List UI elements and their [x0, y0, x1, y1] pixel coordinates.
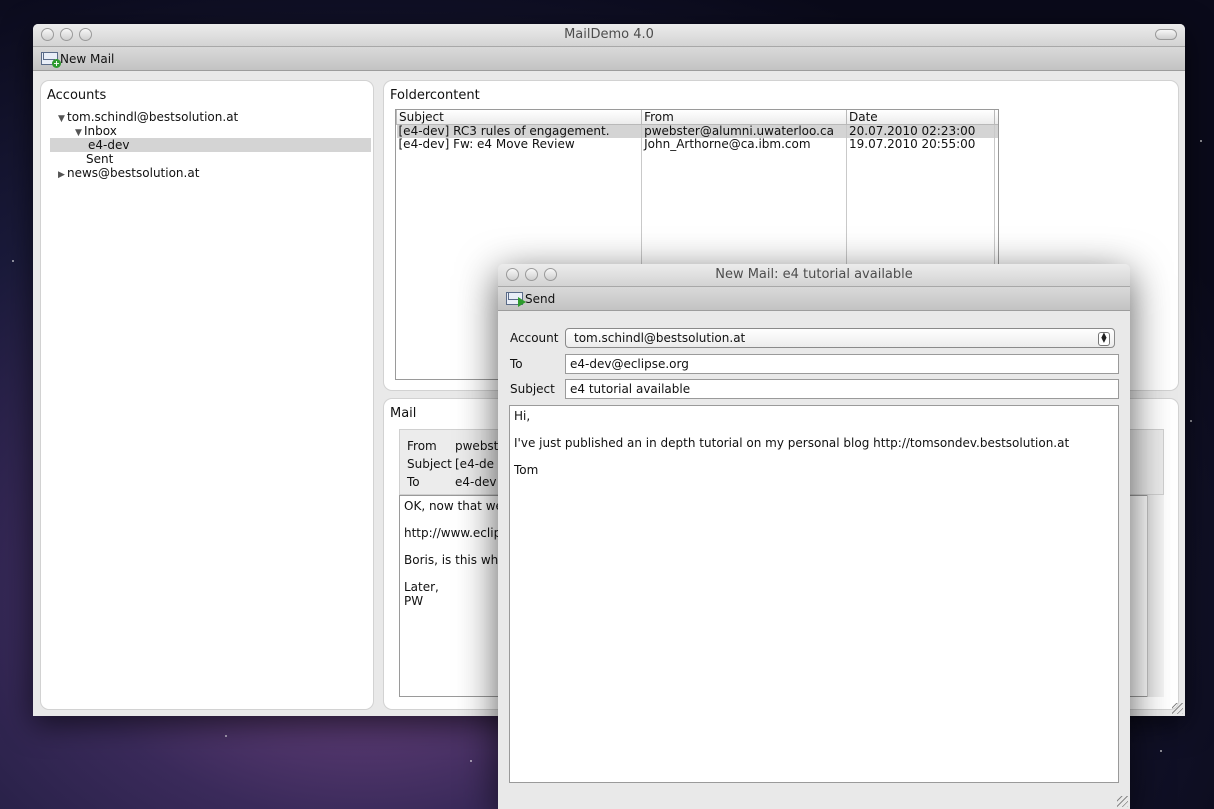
- account-row: Account tom.schindl@bestsolution.at ▲ ▼: [510, 328, 1115, 348]
- account-select-value: tom.schindl@bestsolution.at: [574, 331, 746, 345]
- window-title: MailDemo 4.0: [564, 27, 654, 42]
- column-header-from[interactable]: From: [641, 110, 847, 125]
- tree-item-label: news@bestsolution.at: [67, 166, 200, 180]
- minimize-button[interactable]: [60, 28, 73, 41]
- to-value: e4-dev: [455, 475, 497, 489]
- cell-date: 19.07.2010 20:55:00: [846, 138, 995, 151]
- cell-from: pwebster@alumni.uwaterloo.ca: [641, 124, 847, 138]
- column-header-date[interactable]: Date: [846, 110, 995, 125]
- new-mail-icon: +: [41, 52, 61, 68]
- message-line: I've just published an in depth tutorial…: [514, 436, 1070, 450]
- column-header-subject[interactable]: Subject: [396, 110, 643, 125]
- send-mail-icon: [506, 292, 526, 307]
- subject-row: Subject e4 tutorial available: [510, 379, 1119, 399]
- accounts-title: Accounts: [47, 88, 107, 103]
- message-line: Hi,: [514, 409, 531, 423]
- dialog-toolbar: Send: [498, 287, 1130, 311]
- table-row[interactable]: [e4-dev] Fw: e4 Move Review John_Arthorn…: [396, 138, 998, 151]
- subject-value: [e4-de: [455, 457, 495, 471]
- expanded-triangle-icon[interactable]: ▼: [58, 112, 67, 126]
- window-resize-grip[interactable]: [1172, 703, 1183, 714]
- subject-input[interactable]: e4 tutorial available: [565, 379, 1119, 399]
- new-mail-dialog: New Mail: e4 tutorial available Send Acc…: [498, 264, 1130, 809]
- main-titlebar[interactable]: MailDemo 4.0: [33, 24, 1185, 47]
- accounts-tree: ▼ tom.schindl@bestsolution.at ▼ Inbox e4-d…: [41, 110, 373, 180]
- mail-title: Mail: [390, 406, 417, 421]
- select-arrows-icon: ▲ ▼: [1098, 332, 1110, 346]
- tree-item-sent[interactable]: Sent: [41, 152, 373, 166]
- new-mail-label: New Mail: [60, 51, 115, 66]
- subject-label: Subject: [510, 382, 555, 396]
- star: [12, 260, 14, 262]
- message-line: Tom: [514, 463, 539, 477]
- star: [1200, 140, 1202, 142]
- tree-item-account-tom[interactable]: ▼ tom.schindl@bestsolution.at: [41, 110, 373, 124]
- zoom-button[interactable]: [79, 28, 92, 41]
- to-input[interactable]: e4-dev@eclipse.org: [565, 354, 1119, 374]
- accounts-panel: Accounts ▼ tom.schindl@bestsolution.at ▼ I…: [41, 81, 373, 709]
- from-value: pwebst: [455, 439, 499, 453]
- tree-item-label: e4-dev: [88, 138, 130, 152]
- cell-from: John_Arthorne@ca.ibm.com: [641, 138, 847, 151]
- tree-item-label: Inbox: [84, 124, 117, 138]
- cell-subject: [e4-dev] RC3 rules of engagement.: [396, 124, 643, 138]
- star: [470, 760, 472, 762]
- new-mail-button[interactable]: + New Mail: [41, 51, 115, 68]
- cell-extra: [994, 124, 998, 138]
- star: [1160, 750, 1162, 752]
- from-label: From: [407, 439, 437, 453]
- dialog-titlebar[interactable]: New Mail: e4 tutorial available: [498, 264, 1130, 287]
- dialog-zoom-button[interactable]: [544, 268, 557, 281]
- collapsed-triangle-icon[interactable]: ▶: [58, 168, 67, 182]
- mail-body-scrollbar[interactable]: [1147, 495, 1164, 697]
- account-label: Account: [510, 331, 559, 345]
- main-toolbar: + New Mail: [33, 47, 1185, 71]
- subject-label: Subject: [407, 457, 452, 471]
- column-header-extra[interactable]: [994, 110, 998, 125]
- foldercontent-title: Foldercontent: [390, 88, 480, 103]
- table-row[interactable]: [e4-dev] RC3 rules of engagement. pwebst…: [396, 124, 998, 138]
- cell-extra: [994, 138, 998, 151]
- tree-item-e4-dev[interactable]: e4-dev: [50, 138, 371, 152]
- dialog-message-body[interactable]: Hi, I've just published an in depth tuto…: [509, 405, 1119, 783]
- send-label: Send: [525, 291, 556, 306]
- dialog-resize-grip[interactable]: [1117, 796, 1128, 807]
- tree-item-inbox[interactable]: ▼ Inbox: [41, 124, 373, 138]
- send-button[interactable]: Send: [506, 291, 556, 307]
- to-row: To e4-dev@eclipse.org: [510, 354, 1119, 374]
- expanded-triangle-icon[interactable]: ▼: [75, 126, 84, 140]
- cell-subject: [e4-dev] Fw: e4 Move Review: [396, 138, 643, 151]
- star: [225, 735, 227, 737]
- tree-item-account-news[interactable]: ▶ news@bestsolution.at: [41, 166, 373, 180]
- to-label: To: [510, 357, 523, 371]
- mail-header-fields: From pwebst Subject [e4-de To e4-dev: [407, 437, 498, 491]
- tree-item-label: Sent: [86, 152, 114, 166]
- star: [1190, 420, 1192, 422]
- dialog-window-controls: [506, 268, 557, 281]
- tree-item-label: tom.schindl@bestsolution.at: [67, 110, 239, 124]
- close-button[interactable]: [41, 28, 54, 41]
- to-label: To: [407, 475, 420, 489]
- account-select[interactable]: tom.schindl@bestsolution.at ▲ ▼: [565, 328, 1115, 348]
- dialog-title: New Mail: e4 tutorial available: [715, 267, 913, 282]
- cell-date: 20.07.2010 02:23:00: [846, 124, 995, 138]
- dialog-close-button[interactable]: [506, 268, 519, 281]
- window-controls: [41, 28, 92, 41]
- toolbar-toggle-button[interactable]: [1155, 29, 1177, 40]
- dialog-minimize-button[interactable]: [525, 268, 538, 281]
